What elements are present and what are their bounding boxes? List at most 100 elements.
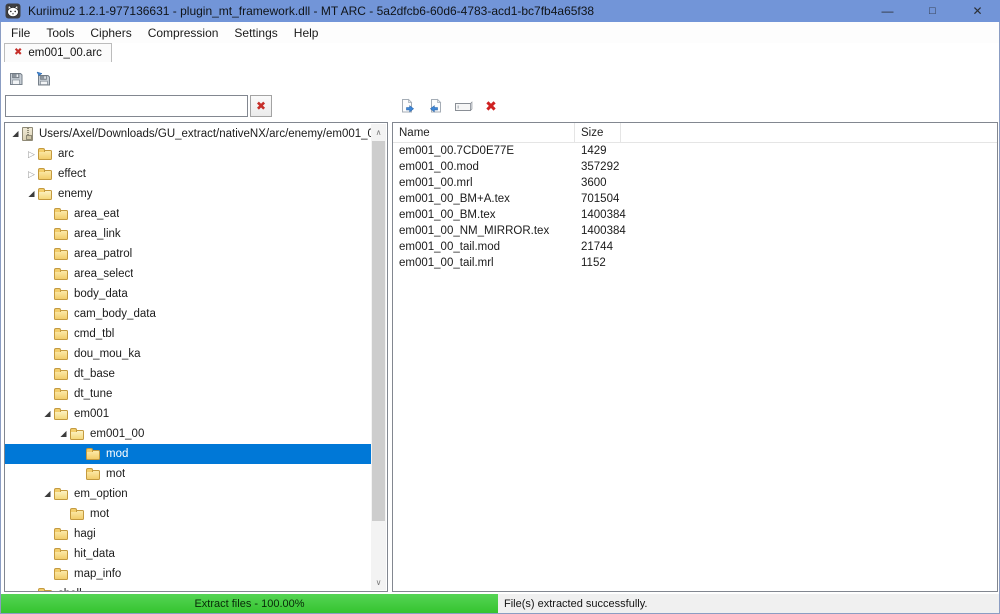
menu-item-settings[interactable]: Settings: [226, 24, 285, 42]
menu-item-help[interactable]: Help: [286, 24, 327, 42]
delete-file-icon: ✖: [485, 99, 497, 113]
tree-item-label: mot: [106, 468, 125, 480]
file-row-em001-00-tail-mod[interactable]: em001_00_tail.mod21744: [393, 239, 997, 255]
collapse-icon[interactable]: ◢: [25, 190, 38, 198]
clear-search-button[interactable]: ✖: [250, 95, 272, 117]
tree-scrollbar[interactable]: ∧ ∨: [371, 124, 386, 590]
column-header-name[interactable]: Name: [393, 123, 575, 142]
tree-item-mot[interactable]: mot: [5, 504, 371, 524]
file-size: 21744: [575, 241, 613, 253]
minimize-button[interactable]: —: [865, 0, 910, 22]
column-header-size[interactable]: Size: [575, 123, 621, 142]
tree-item-dt-tune[interactable]: dt_tune: [5, 384, 371, 404]
tab-close-icon[interactable]: ✖: [14, 48, 22, 58]
tree-item-label: body_data: [74, 288, 128, 300]
expand-icon[interactable]: ▷: [25, 170, 38, 179]
folder-icon: [70, 510, 84, 520]
tree-item-area-select[interactable]: area_select: [5, 264, 371, 284]
tree-item-area-eat[interactable]: area_eat: [5, 204, 371, 224]
tree-item-label: area_select: [74, 268, 133, 280]
tree-item-label: arc: [58, 148, 74, 160]
file-row-em001-00-bm-tex[interactable]: em001_00_BM.tex1400384: [393, 207, 997, 223]
tree-item-label: cam_body_data: [74, 308, 156, 320]
tree-item-hagi[interactable]: hagi: [5, 524, 371, 544]
menu-item-tools[interactable]: Tools: [38, 24, 82, 42]
file-row-em001-00-nm-mirror-tex[interactable]: em001_00_NM_MIRROR.tex1400384: [393, 223, 997, 239]
tree-item-hit-data[interactable]: hit_data: [5, 544, 371, 564]
tab-label: em001_00.arc: [28, 47, 102, 59]
tree-item-dt-base[interactable]: dt_base: [5, 364, 371, 384]
save-icon: [8, 71, 24, 87]
tree-item-label: effect: [58, 168, 86, 180]
scroll-thumb[interactable]: [372, 141, 385, 521]
folder-icon: [38, 150, 52, 160]
menu-item-ciphers[interactable]: Ciphers: [82, 24, 139, 42]
delete-file-button[interactable]: ✖: [481, 97, 501, 115]
file-list-header: NameSize: [393, 123, 997, 143]
scroll-up-icon[interactable]: ∧: [371, 124, 386, 140]
save-as-button[interactable]: [34, 70, 52, 88]
file-row-em001-00-7cd0e77e[interactable]: em001_00.7CD0E77E1429: [393, 143, 997, 159]
file-size: 1152: [575, 257, 606, 269]
tree-item-map-info[interactable]: map_info: [5, 564, 371, 584]
tree-item-arc[interactable]: ▷ arc: [5, 144, 371, 164]
search-input[interactable]: [5, 95, 248, 117]
file-row-em001-00-mrl[interactable]: em001_00.mrl3600: [393, 175, 997, 191]
tree-item-cmd-tbl[interactable]: cmd_tbl: [5, 324, 371, 344]
rename-file-button[interactable]: [453, 97, 473, 115]
tree-item-users-axel-downloads-gu-extract-nativenx-arc-ene[interactable]: ◢ Users/Axel/Downloads/GU_extract/nativeN…: [5, 124, 371, 144]
expand-icon[interactable]: ▷: [25, 150, 38, 159]
file-row-em001-00-tail-mrl[interactable]: em001_00_tail.mrl1152: [393, 255, 997, 271]
file-name: em001_00.mrl: [393, 177, 575, 189]
tree-item-mot[interactable]: mot: [5, 464, 371, 484]
tree-item-label: hit_data: [74, 548, 115, 560]
tree-item-label: area_eat: [74, 208, 119, 220]
tree-item-body-data[interactable]: body_data: [5, 284, 371, 304]
tree-item-shell[interactable]: ▷shell: [5, 584, 371, 591]
progress-label: Extract files - 100.00%: [194, 598, 304, 610]
collapse-icon[interactable]: ◢: [57, 430, 70, 438]
file-list-panel: NameSize em001_00.7CD0E77E1429em001_00.m…: [392, 122, 998, 592]
folder-icon: [54, 210, 68, 220]
folder-icon: [54, 250, 68, 260]
tab-em001-00-arc[interactable]: ✖ em001_00.arc: [4, 43, 112, 62]
folder-icon: [54, 270, 68, 280]
folder-icon: [54, 370, 68, 380]
tab-bar: ✖ em001_00.arc: [1, 43, 999, 62]
replace-file-button[interactable]: [425, 97, 445, 115]
expand-icon[interactable]: ▷: [25, 590, 38, 592]
tree-item-em001-00[interactable]: ◢em001_00: [5, 424, 371, 444]
collapse-icon[interactable]: ◢: [9, 130, 22, 138]
collapse-icon[interactable]: ◢: [41, 490, 54, 498]
save-button[interactable]: [7, 70, 25, 88]
tree-item-effect[interactable]: ▷ effect: [5, 164, 371, 184]
collapse-icon[interactable]: ◢: [41, 410, 54, 418]
archive-icon: [22, 127, 33, 141]
tree-item-label: enemy: [58, 188, 93, 200]
tree-item-cam-body-data[interactable]: cam_body_data: [5, 304, 371, 324]
close-button[interactable]: ✕: [955, 0, 1000, 22]
menu-item-file[interactable]: File: [3, 24, 38, 42]
maximize-button[interactable]: □: [910, 0, 955, 22]
tree-item-mod[interactable]: mod: [5, 444, 371, 464]
tree-item-label: em001: [74, 408, 109, 420]
menu-item-compression[interactable]: Compression: [140, 24, 227, 42]
file-row-em001-00-bm-a-tex[interactable]: em001_00_BM+A.tex701504: [393, 191, 997, 207]
folder-icon: [54, 290, 68, 300]
tree-item-dou-mou-ka[interactable]: dou_mou_ka: [5, 344, 371, 364]
file-size: 1400384: [575, 209, 626, 221]
scroll-down-icon[interactable]: ∨: [371, 574, 386, 590]
extract-file-button[interactable]: [397, 97, 417, 115]
tree-item-em001[interactable]: ◢ em001: [5, 404, 371, 424]
file-row-em001-00-mod[interactable]: em001_00.mod357292: [393, 159, 997, 175]
tree-item-area-patrol[interactable]: area_patrol: [5, 244, 371, 264]
tree-item-area-link[interactable]: area_link: [5, 224, 371, 244]
tree-item-label: em_option: [74, 488, 128, 500]
tree-item-label: mod: [106, 448, 128, 460]
folder-icon: [54, 550, 68, 560]
tree-item-label: area_patrol: [74, 248, 132, 260]
tree-item-label: Users/Axel/Downloads/GU_extract/nativeNX…: [39, 128, 371, 140]
tree-item-em-option[interactable]: ◢ em_option: [5, 484, 371, 504]
extract-file-icon: [399, 98, 416, 115]
tree-item-enemy[interactable]: ◢ enemy: [5, 184, 371, 204]
